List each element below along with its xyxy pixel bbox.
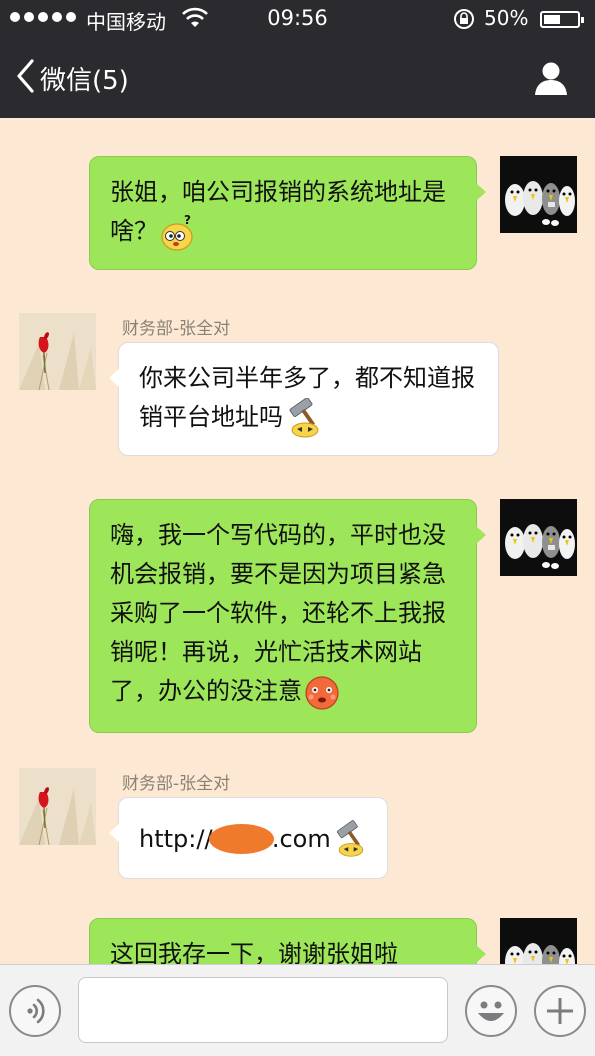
message-bubble-outgoing[interactable]: 张姐，咱公司报销的系统地址是啥？ bbox=[89, 156, 486, 270]
message-input-bar bbox=[0, 964, 595, 1056]
person-icon bbox=[533, 62, 569, 100]
finance-contact-avatar[interactable] bbox=[19, 768, 96, 845]
message-text: 嗨，我一个写代码的，平时也没机会报销，要不是因为项目紧急采购了一个软件，还轮不上… bbox=[110, 521, 446, 705]
my-avatar[interactable] bbox=[500, 499, 577, 576]
message-bubble-outgoing[interactable]: 这回我存一下，谢谢张姐啦 bbox=[89, 918, 486, 964]
finance-contact-avatar[interactable] bbox=[19, 313, 96, 390]
redaction-mark bbox=[208, 824, 274, 854]
navigation-bar: 微信(5) bbox=[0, 38, 595, 118]
blushing-face-emoji bbox=[302, 672, 342, 712]
url-prefix: http:// bbox=[139, 824, 213, 853]
url-suffix: .com bbox=[271, 824, 331, 853]
more-options-button[interactable] bbox=[534, 985, 586, 1037]
hammer-knock-emoji bbox=[331, 819, 367, 859]
back-button[interactable]: 微信(5) bbox=[16, 59, 129, 97]
battery-icon bbox=[540, 11, 584, 28]
sender-name: 财务部-张全对 bbox=[122, 319, 231, 339]
chevron-left-icon bbox=[16, 59, 36, 97]
status-bar: 中国移动 09:56 50% bbox=[0, 0, 595, 38]
my-avatar[interactable] bbox=[500, 156, 577, 233]
battery-level-fill bbox=[544, 15, 560, 24]
emoji-button[interactable] bbox=[465, 985, 517, 1037]
message-bubble-incoming[interactable]: 你来公司半年多了，都不知道报销平台地址吗 bbox=[109, 342, 499, 456]
back-label: 微信(5) bbox=[40, 65, 129, 96]
battery-percentage: 50% bbox=[484, 6, 529, 30]
voice-icon bbox=[11, 998, 59, 1039]
voice-input-button[interactable] bbox=[9, 985, 61, 1037]
message-bubble-incoming[interactable]: http:// .com bbox=[109, 797, 388, 880]
smiley-icon bbox=[467, 1001, 515, 1039]
plus-icon bbox=[536, 998, 584, 1039]
message-bubble-outgoing[interactable]: 嗨，我一个写代码的，平时也没机会报销，要不是因为项目紧急采购了一个软件，还轮不上… bbox=[89, 499, 486, 733]
rotation-lock-icon bbox=[452, 7, 476, 36]
confused-face-emoji bbox=[158, 212, 198, 252]
message-input[interactable] bbox=[78, 977, 448, 1043]
url-message[interactable]: http:// .com bbox=[139, 798, 367, 880]
my-avatar[interactable] bbox=[500, 918, 577, 964]
chat-profile-button[interactable] bbox=[533, 60, 569, 100]
hammer-knock-emoji bbox=[283, 398, 323, 438]
message-text: 这回我存一下，谢谢张姐啦 bbox=[110, 940, 398, 964]
chat-message-list[interactable]: 张姐，咱公司报销的系统地址是啥？ 财务部-张全对 你来公司半年多了，都不知道报销… bbox=[0, 118, 595, 964]
sender-name: 财务部-张全对 bbox=[122, 774, 231, 794]
